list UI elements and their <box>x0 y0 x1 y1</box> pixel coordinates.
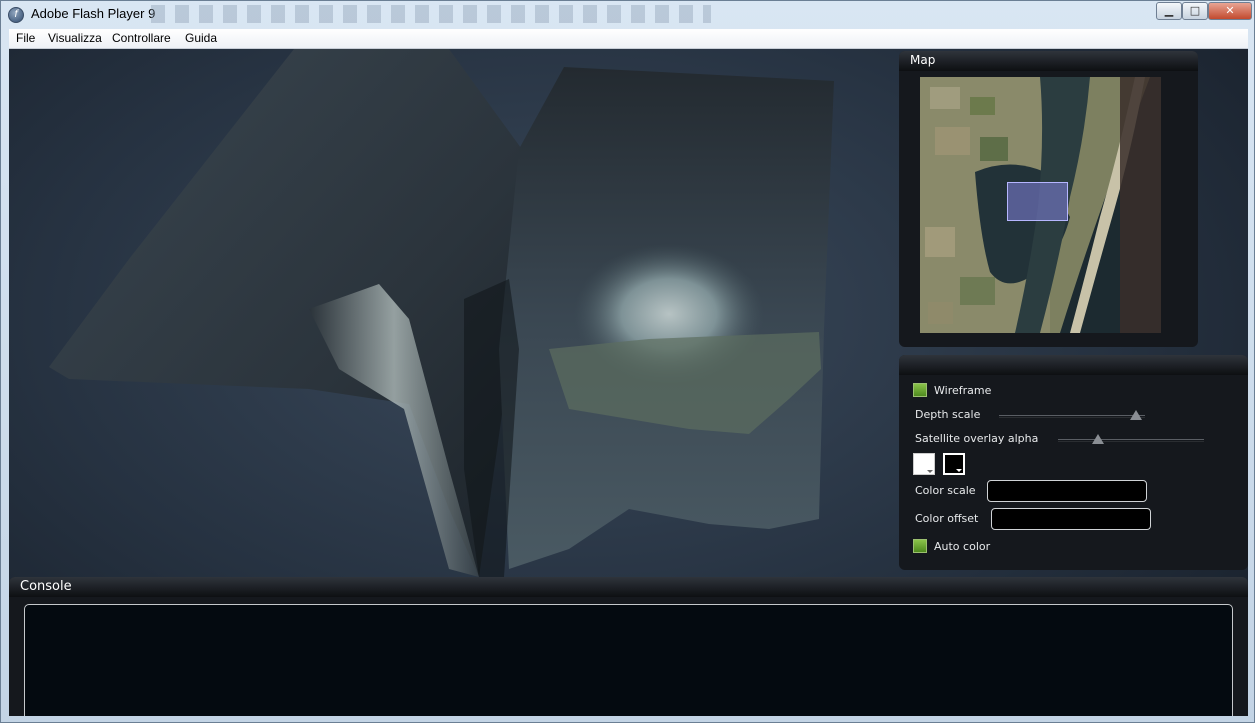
low-color-swatch[interactable] <box>913 453 935 475</box>
color-scale-label: Color scale <box>915 484 976 497</box>
flash-app-icon: f <box>8 7 24 23</box>
terrain-left-slab <box>49 49 529 577</box>
depth-scale-thumb[interactable] <box>1130 410 1142 420</box>
menu-controllare[interactable]: Controllare <box>112 31 171 45</box>
maximize-button[interactable]: □ <box>1182 2 1208 20</box>
satellite-map[interactable] <box>920 77 1161 333</box>
wireframe-label: Wireframe <box>934 384 992 397</box>
controls-panel-header <box>899 355 1248 375</box>
menu-file[interactable]: File <box>16 31 35 45</box>
terrain-3d-viewport[interactable] <box>9 49 899 577</box>
color-scale-input[interactable] <box>987 480 1147 502</box>
controls-panel: Wireframe Depth scale Satellite overlay … <box>899 355 1248 570</box>
console-title: Console <box>9 577 1248 597</box>
depth-scale-label: Depth scale <box>915 408 981 421</box>
menu-guida[interactable]: Guida <box>185 31 217 45</box>
menu-visualizza[interactable]: Visualizza <box>48 31 102 45</box>
minimize-button[interactable]: ▁ <box>1156 2 1182 20</box>
console-output[interactable] <box>24 604 1233 716</box>
background-toolbar-ghost <box>151 5 711 23</box>
high-color-swatch[interactable] <box>943 453 965 475</box>
console-panel: Console <box>9 577 1248 716</box>
title-bar[interactable]: f Adobe Flash Player 9 ▁ □ ✕ <box>1 1 1255 29</box>
menu-bar: File Visualizza Controllare Guida <box>9 29 1248 49</box>
window-title: Adobe Flash Player 9 <box>31 6 156 21</box>
color-offset-input[interactable] <box>991 508 1151 530</box>
flash-player-window: f Adobe Flash Player 9 ▁ □ ✕ File Visual… <box>0 0 1255 723</box>
close-button[interactable]: ✕ <box>1208 2 1252 20</box>
map-panel-title: Map <box>899 51 1198 71</box>
low-color-dropdown-icon <box>927 470 933 473</box>
map-viewport-selection[interactable] <box>1007 182 1068 221</box>
satellite-alpha-thumb[interactable] <box>1092 434 1104 444</box>
wireframe-checkbox[interactable] <box>913 383 927 397</box>
depth-scale-slider[interactable] <box>999 415 1145 418</box>
high-color-dropdown-icon <box>956 469 962 472</box>
satellite-alpha-label: Satellite overlay alpha <box>915 432 1039 445</box>
color-offset-label: Color offset <box>915 512 979 525</box>
map-panel: Map <box>899 51 1198 347</box>
flash-content-area: Map Wireframe Depth scale Satellite over… <box>9 49 1248 716</box>
auto-color-label: Auto color <box>934 540 991 553</box>
auto-color-checkbox[interactable] <box>913 539 927 553</box>
satellite-alpha-slider[interactable] <box>1058 439 1204 442</box>
